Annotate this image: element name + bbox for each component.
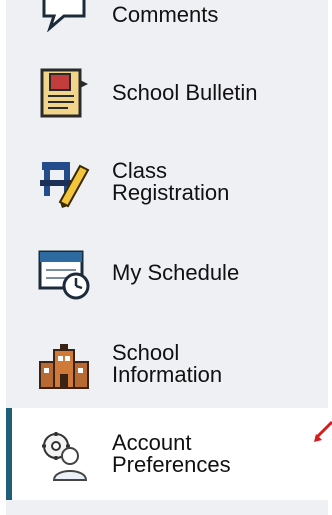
label-line: Preferences: [112, 452, 231, 477]
label-line: Class: [112, 158, 168, 183]
account-preferences-icon: [36, 428, 92, 484]
sidebar-item-label: School Information: [112, 342, 222, 386]
sidebar-item-label: Class Registration: [112, 160, 229, 204]
annotation-arrow-icon: [314, 420, 332, 444]
sidebar-item-account-preferences[interactable]: Account Preferences: [6, 408, 328, 500]
label-line: Registration: [112, 180, 230, 205]
label-line: School: [112, 340, 180, 365]
sidebar-item-label: School Bulletin: [112, 80, 258, 105]
class-registration-icon: [36, 152, 92, 208]
sidebar-item-school-bulletin[interactable]: School Bulletin: [6, 48, 328, 136]
sidebar-item-school-information[interactable]: School Information: [6, 320, 328, 408]
bulletin-icon: [36, 64, 92, 120]
calendar-clock-icon: [36, 246, 92, 302]
sidebar-item-comments[interactable]: Comments: [6, 0, 328, 48]
sidebar-item-my-schedule[interactable]: My Schedule: [6, 228, 328, 316]
sidebar-item-label: Comments: [112, 2, 219, 27]
label-line: Account: [112, 430, 192, 455]
sidebar-item-label: Account Preferences: [112, 432, 231, 476]
sidebar-item-class-registration[interactable]: Class Registration: [6, 136, 328, 224]
comments-icon: [36, 0, 92, 32]
school-building-icon: [36, 338, 92, 394]
label-line: Information: [112, 362, 223, 387]
sidebar-item-label: My Schedule: [112, 260, 240, 285]
